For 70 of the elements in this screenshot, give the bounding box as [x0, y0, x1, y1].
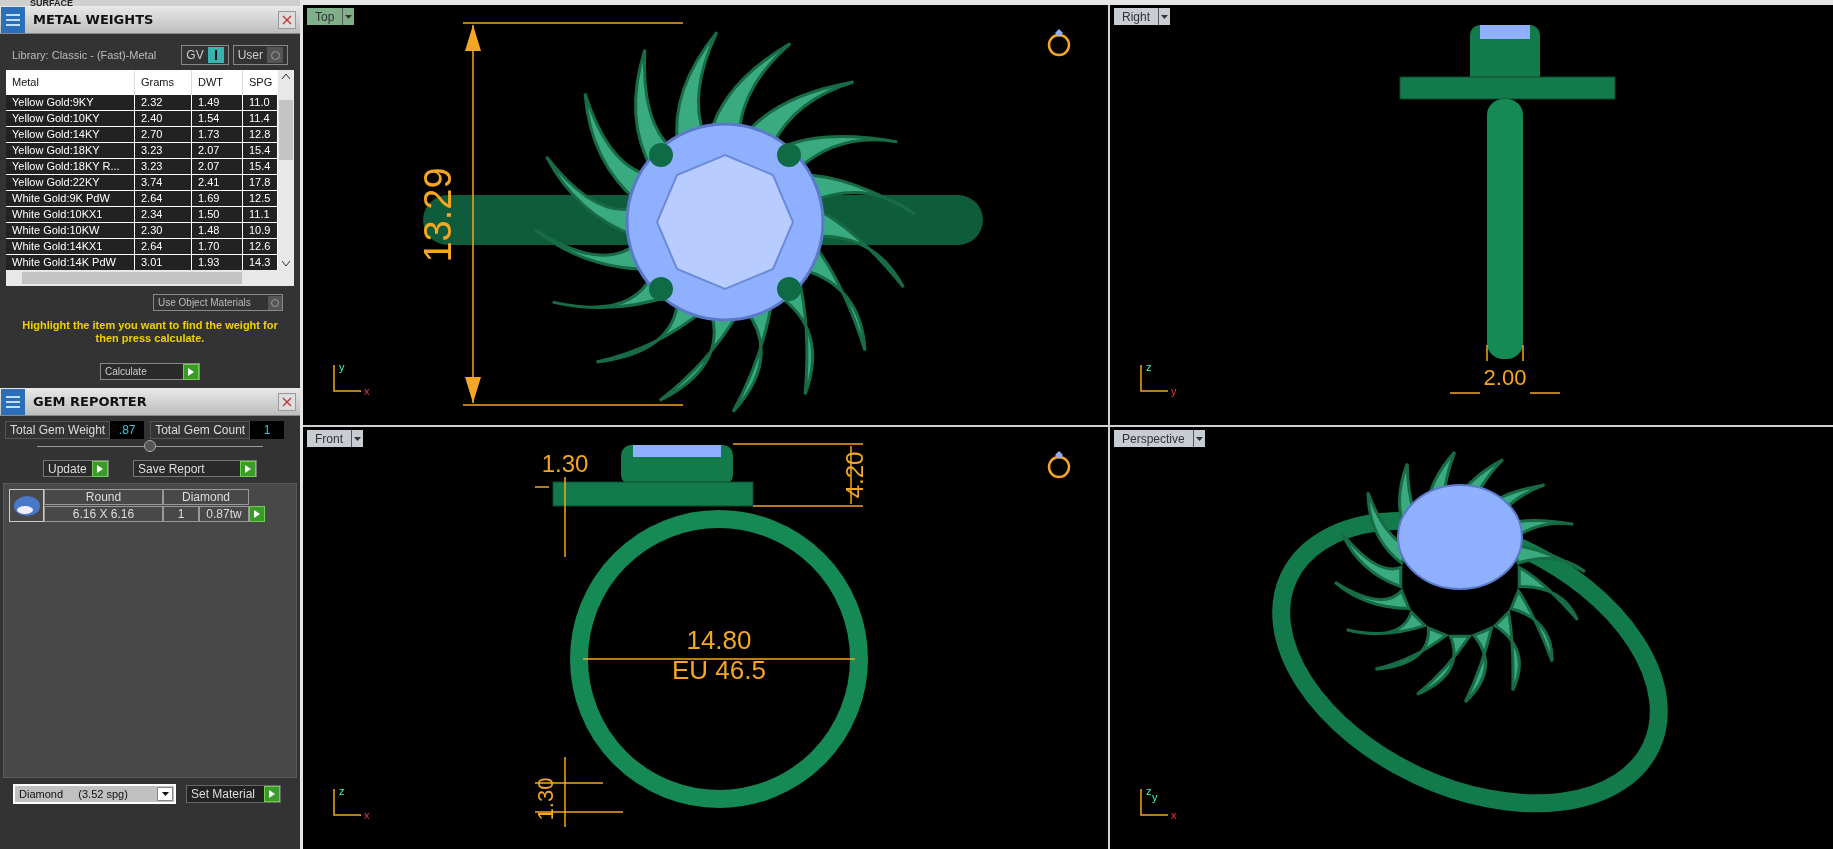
axis-label: z: [339, 785, 345, 797]
play-icon: [249, 505, 265, 522]
axis-label: y: [339, 361, 345, 373]
scroll-up-icon[interactable]: [282, 74, 290, 79]
ring-icon: [1046, 27, 1072, 57]
dimension-label: 14.80: [686, 625, 752, 655]
gem-count: 1: [163, 505, 199, 522]
axis-lines: [1140, 788, 1169, 816]
play-icon: [92, 460, 108, 477]
toggle-switch[interactable]: User: [232, 45, 288, 65]
toggle-switch[interactable]: GV: [181, 45, 229, 65]
axis-label: x: [364, 809, 370, 821]
dropdown-arrow-icon: [1195, 436, 1203, 441]
dropdown-arrow-icon: [161, 792, 169, 796]
report-icon: [1, 388, 25, 415]
vertical-scrollbar[interactable]: [278, 70, 294, 270]
library-label: Library: Classic - (Fast)-Metal: [12, 47, 157, 63]
horizontal-scrollbar[interactable]: [6, 270, 294, 286]
axis-label: x: [1171, 809, 1177, 821]
dimension-label: 4.20: [841, 451, 868, 499]
instruction-text: Highlight the item you want to find the weight for then press calculate.: [21, 319, 279, 345]
dropdown-arrow-icon: [354, 436, 361, 441]
axis-lines: [333, 364, 362, 392]
total-count-label: Total Gem Count: [150, 421, 251, 439]
splitter-handle[interactable]: [144, 440, 156, 452]
use-object-materials-toggle[interactable]: Use Object Materials: [153, 294, 283, 311]
dimension-label: 2.00: [1483, 365, 1527, 390]
report-button[interactable]: Save Report: [133, 460, 257, 477]
close-icon: [282, 14, 292, 25]
gem-shape: Round: [44, 489, 163, 505]
view-selector-tab[interactable]: Front: [307, 430, 363, 447]
scroll-down-icon[interactable]: [282, 261, 290, 266]
set-material-button[interactable]: Set Material: [186, 785, 281, 803]
axis-label: y: [1152, 791, 1158, 803]
dimension-label: 1.30: [541, 450, 589, 477]
play-icon: [183, 363, 199, 380]
axis-label: z: [1146, 361, 1152, 373]
axis-label: y: [1171, 385, 1177, 397]
material-dropdown[interactable]: Diamond (3.52 spg): [13, 784, 176, 804]
view-selector-tab[interactable]: Perspective: [1114, 430, 1205, 447]
gem-icon: [12, 494, 41, 517]
gem-size: 6.16 X 6.16: [44, 505, 163, 522]
axis-lines: [1140, 364, 1169, 392]
axis-label: z: [1146, 785, 1152, 797]
calculate-button[interactable]: Calculate: [100, 363, 200, 380]
panel-title: METAL WEIGHTS: [33, 10, 154, 29]
dimension-label: 13.29: [417, 167, 459, 263]
view-selector-tab[interactable]: Top: [307, 8, 355, 25]
gem-thumbnail[interactable]: [9, 489, 44, 522]
axis-label: x: [364, 385, 370, 397]
total-count-value: 1: [250, 421, 285, 439]
dropdown-arrow-icon: [1161, 14, 1168, 19]
report-button[interactable]: Update: [43, 460, 109, 477]
dimension-label: 1.30: [533, 777, 558, 821]
close-button[interactable]: [278, 10, 296, 29]
total-weight-label: Total Gem Weight: [5, 421, 111, 439]
dimension-label: EU 46.5: [672, 655, 766, 685]
total-weight-value: .87: [110, 421, 145, 439]
close-icon: [282, 396, 292, 407]
play-icon: [240, 460, 256, 477]
gem-material: Diamond: [163, 489, 249, 505]
panel-title: GEM REPORTER: [33, 392, 147, 411]
ring-icon: [1046, 449, 1072, 479]
close-button[interactable]: [278, 392, 296, 411]
dropdown-arrow-icon: [345, 14, 353, 19]
section-title: SURFACE: [30, 0, 74, 6]
gem-weight: 0.87tw: [199, 505, 249, 522]
play-icon: [264, 786, 280, 802]
axis-lines: [333, 788, 362, 816]
view-selector-tab[interactable]: Right: [1114, 8, 1170, 25]
